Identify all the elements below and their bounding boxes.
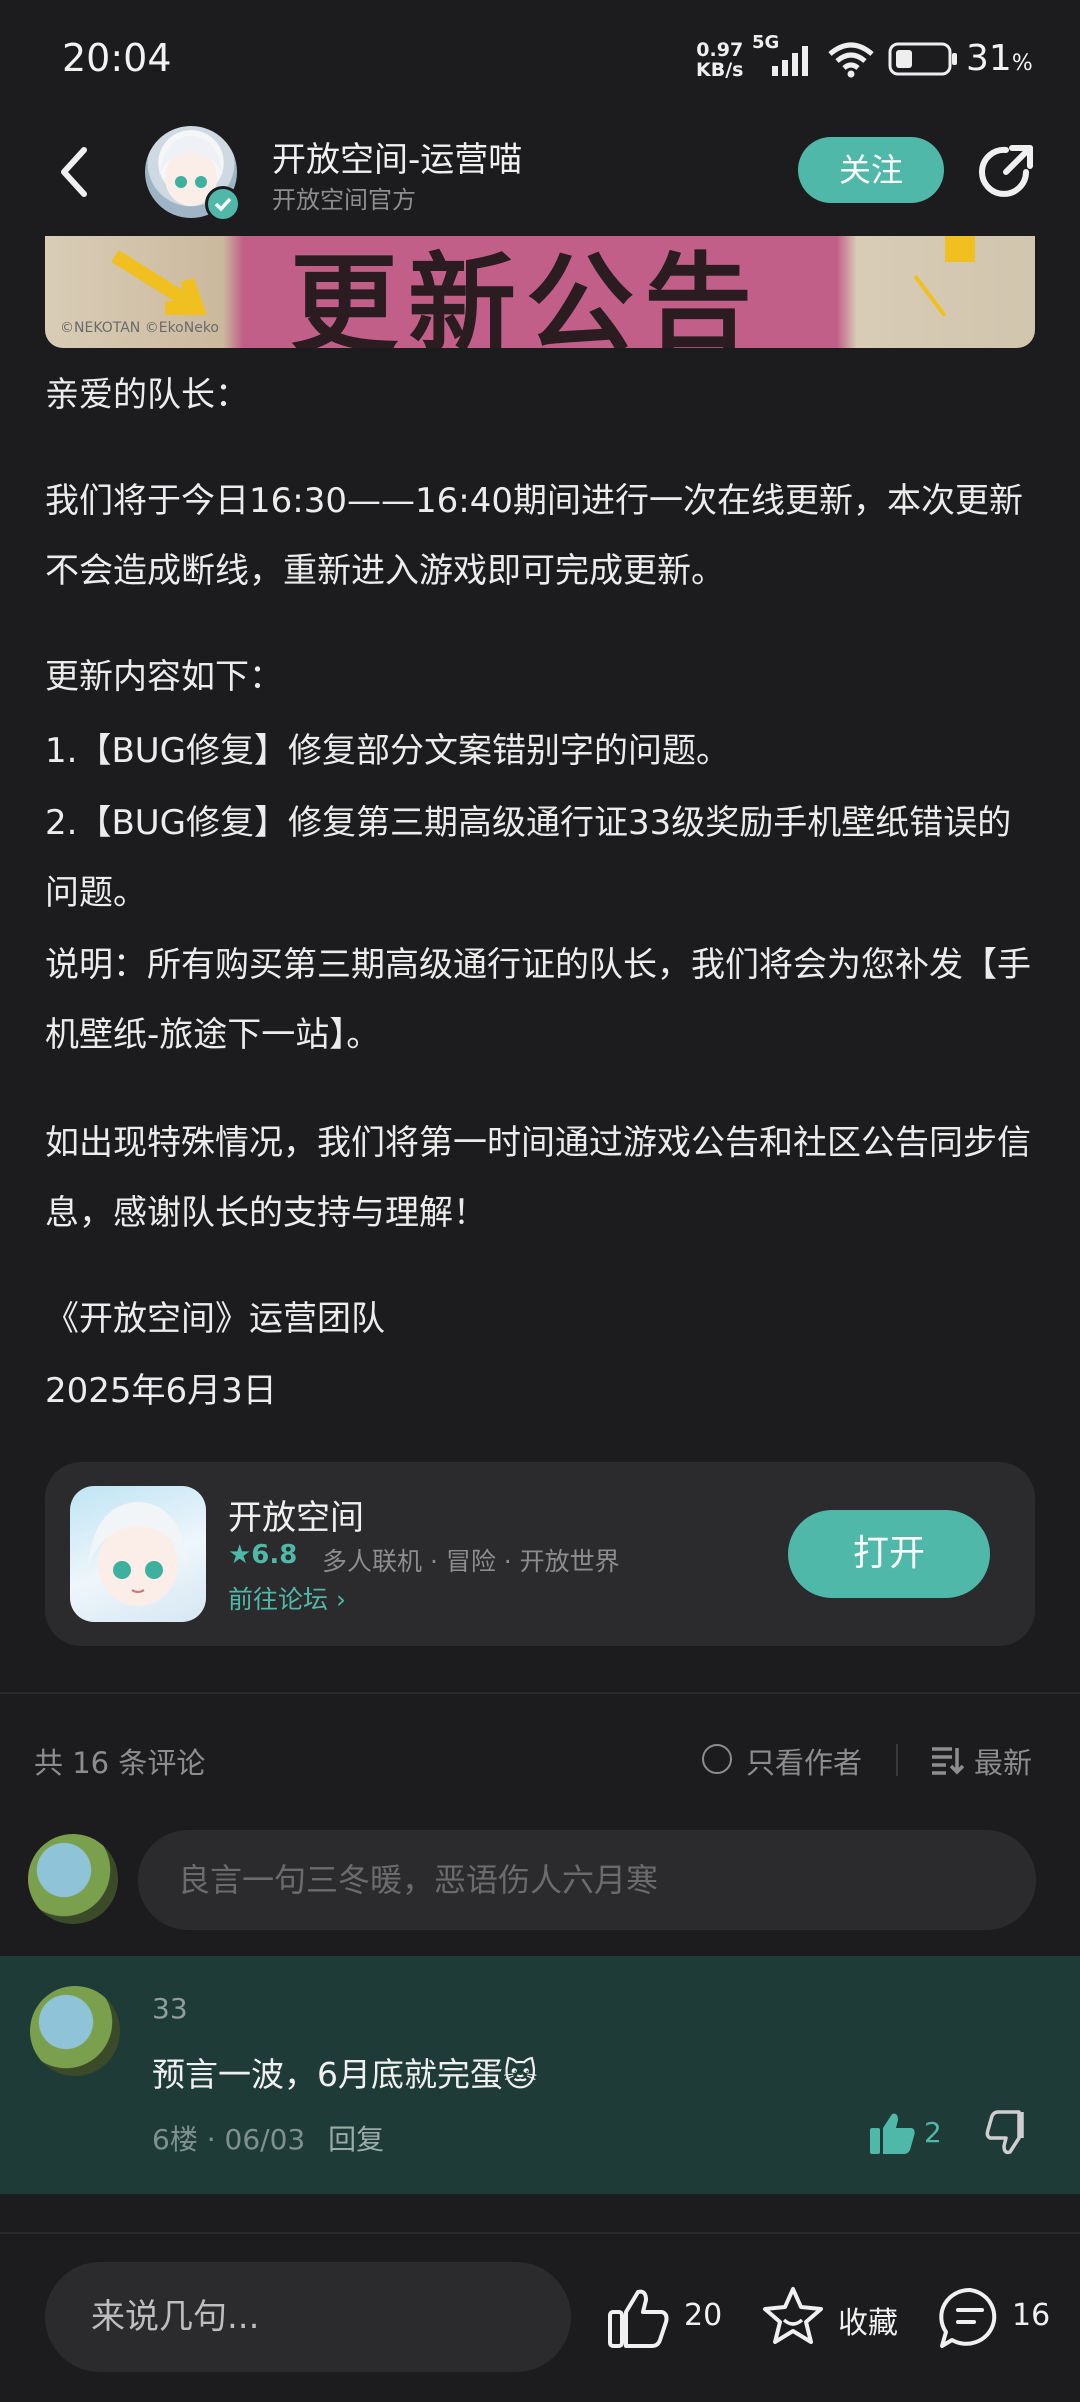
article-sign-date: 2025年6月3日 <box>45 1371 277 1411</box>
status-time: 20:04 <box>62 36 172 80</box>
sort-label[interactable]: 最新 <box>974 1740 1032 1782</box>
battery-unit: % <box>1011 51 1033 76</box>
net-speed-unit: KB/s <box>696 59 744 81</box>
reply-input[interactable]: 来说几句... <box>45 2262 571 2372</box>
comment-reply-button[interactable]: 回复 <box>328 2123 384 2156</box>
comment-text: 预言一波，6月底就完蛋🐱 <box>152 2055 538 2094</box>
share-icon[interactable] <box>976 142 1036 202</box>
battery-percent: 31% <box>966 38 1033 79</box>
article-update-item-1: 1.【BUG修复】修复部分文案错别字的问题。 <box>45 731 730 771</box>
article-paragraph-1: 我们将于今日16:30——16:40期间进行一次在线更新，本次更新不会造成断线，… <box>45 481 1023 591</box>
banner-title: 更新公告 <box>290 242 763 348</box>
forum-link[interactable]: 前往论坛 › <box>228 1580 346 1616</box>
app-tags: 多人联机 · 冒险 · 开放世界 <box>322 1547 620 1576</box>
banner-credit: ©NEKOTAN ©EkoNeko <box>60 320 219 336</box>
author-name[interactable]: 开放空间-运营喵 <box>272 132 522 181</box>
signal-icon <box>772 46 808 76</box>
app-rating: ★6.8 <box>228 1540 298 1570</box>
radio-circle-icon[interactable] <box>702 1744 732 1774</box>
current-user-avatar <box>28 1834 118 1924</box>
comment-dislike-icon[interactable] <box>984 2110 1034 2156</box>
section-divider <box>0 1692 1080 1694</box>
banner-arrow-icon <box>111 250 207 315</box>
comment-floor-date: 6楼 · 06/03 <box>152 2123 306 2156</box>
comment-like-count: 2 <box>924 2116 942 2149</box>
follow-button[interactable]: 关注 <box>798 137 944 203</box>
app-name: 开放空间 <box>228 1498 364 1538</box>
article-greeting: 亲爱的队长： <box>45 375 249 415</box>
comment-like-icon[interactable] <box>868 2110 918 2156</box>
banner-decoration-icon <box>913 236 975 316</box>
comment-bubble-icon[interactable] <box>938 2286 1002 2350</box>
verified-badge-icon <box>205 186 241 222</box>
post-comment-count: 16 <box>1012 2298 1051 2333</box>
open-app-button[interactable]: 打开 <box>788 1510 990 1598</box>
back-arrow-icon[interactable] <box>52 142 96 202</box>
app-icon[interactable] <box>70 1486 206 1622</box>
battery-icon <box>888 42 957 76</box>
article-paragraph-3: 如出现特殊情况，我们将第一时间通过游戏公告和社区公告同步信息，感谢队长的支持与理… <box>45 1123 1031 1233</box>
filter-separator <box>896 1744 898 1776</box>
like-icon[interactable] <box>606 2286 670 2350</box>
battery-value: 31 <box>966 38 1012 79</box>
net-speed-value: 0.97 <box>696 39 744 61</box>
commenter-name[interactable]: 33 <box>152 1992 188 2025</box>
comment-meta: 6楼 · 06/03 回复 <box>152 2118 384 2158</box>
article-update-note: 说明：所有购买第三期高级通行证的队长，我们将会为您补发【手机壁纸-旅途下一站】。 <box>45 945 1031 1055</box>
author-subtitle: 开放空间官方 <box>272 186 416 214</box>
app-character-icon <box>88 1502 188 1606</box>
wifi-icon <box>828 42 874 78</box>
favorite-star-icon[interactable] <box>760 2284 826 2350</box>
comments-count: 共 16 条评论 <box>34 1746 206 1780</box>
only-author-toggle[interactable]: 只看作者 <box>746 1740 862 1782</box>
commenter-avatar[interactable] <box>30 1986 120 2076</box>
favorite-label[interactable]: 收藏 <box>838 2298 898 2342</box>
comment-input[interactable] <box>138 1830 1036 1930</box>
post-like-count: 20 <box>684 2298 723 2333</box>
sort-icon[interactable] <box>930 1744 964 1776</box>
network-speed: 0.97 KB/s <box>696 40 743 80</box>
article-update-item-2: 2.【BUG修复】修复第三期高级通行证33级奖励手机壁纸错误的问题。 <box>45 803 1012 913</box>
article-sign-team: 《开放空间》运营团队 <box>45 1299 385 1339</box>
article-update-title: 更新内容如下： <box>45 657 283 697</box>
